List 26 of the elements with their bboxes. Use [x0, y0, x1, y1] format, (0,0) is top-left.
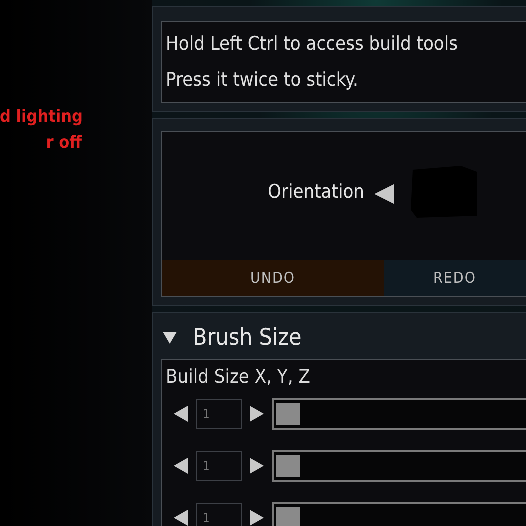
section-title: Brush Size — [193, 325, 302, 351]
increase-icon[interactable] — [250, 458, 264, 474]
size-slider[interactable] — [272, 398, 526, 430]
previous-orientation-button[interactable]: ◀ — [374, 179, 400, 205]
size-slider[interactable] — [272, 450, 526, 482]
history-button[interactable]: REDO — [384, 260, 526, 296]
hint-text: Hold Left Ctrl to access build tools — [166, 32, 460, 57]
size-field[interactable]: 1 — [196, 503, 242, 526]
decrease-icon[interactable] — [174, 458, 188, 474]
size-slider[interactable] — [272, 502, 526, 526]
size-field[interactable]: 1 — [196, 451, 242, 481]
decrease-icon[interactable] — [174, 406, 188, 422]
history-button[interactable]: UNDO — [162, 260, 384, 296]
slider-thumb[interactable] — [276, 455, 300, 477]
expand-icon[interactable] — [163, 332, 177, 344]
warning-text: r off — [46, 132, 82, 155]
size-field[interactable]: 1 — [196, 399, 242, 429]
slider-thumb[interactable] — [276, 507, 300, 526]
hint-text: Press it twice to sticky. — [166, 68, 360, 93]
increase-icon[interactable] — [250, 510, 264, 526]
build-size-label: Build Size X, Y, Z — [166, 365, 312, 390]
orientation-label: Orientation — [268, 181, 364, 203]
slider-thumb[interactable] — [276, 403, 300, 425]
increase-icon[interactable] — [250, 406, 264, 422]
warning-text: d lighting — [0, 106, 83, 129]
decrease-icon[interactable] — [174, 510, 188, 526]
